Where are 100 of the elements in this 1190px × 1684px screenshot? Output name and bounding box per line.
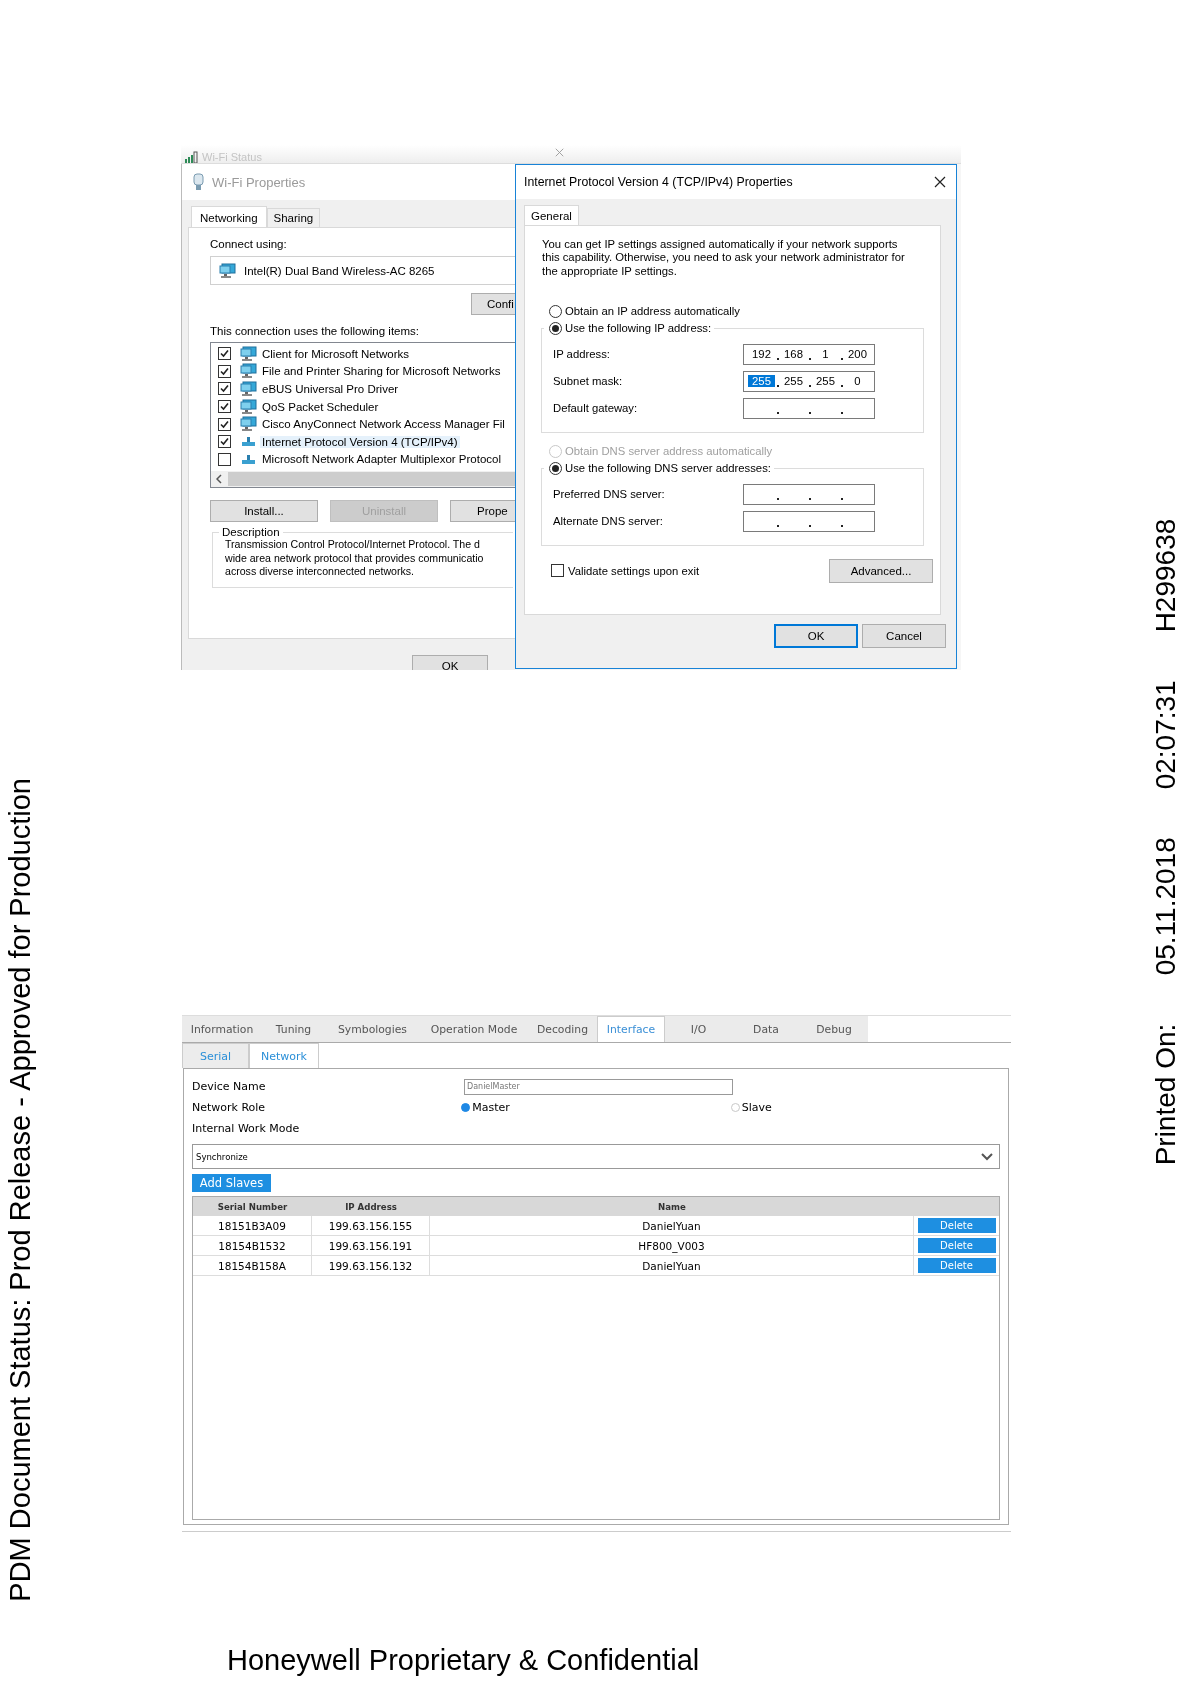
scroll-left-icon[interactable] <box>216 474 222 485</box>
radio-button[interactable] <box>549 304 562 318</box>
checkbox[interactable] <box>218 435 231 449</box>
table-cell: 199.63.156.132 <box>312 1256 430 1275</box>
protocol-icon <box>242 454 255 464</box>
table-cell: 18154B1532 <box>193 1236 312 1255</box>
field-label: Internal Work Mode <box>192 1122 301 1135</box>
radio-button[interactable] <box>549 461 562 475</box>
table-cell: 199.63.156.191 <box>312 1236 430 1255</box>
ip-address-field[interactable] <box>743 483 875 505</box>
field-label: IP address: <box>553 348 611 361</box>
tab[interactable]: Operation Mode <box>420 1016 528 1042</box>
tab[interactable]: Information <box>182 1016 262 1042</box>
tab[interactable]: Sharing <box>266 208 321 227</box>
list-label: This connection uses the following items: <box>210 325 421 337</box>
ip-address-field[interactable]: 192 168 1 200 <box>743 343 875 365</box>
window-title: Wi-Fi Properties <box>212 174 306 190</box>
tab[interactable]: Decoding <box>528 1016 597 1042</box>
checkbox-label[interactable]: Validate settings upon exit <box>568 564 700 577</box>
tab[interactable]: Data <box>732 1016 800 1042</box>
radio-label[interactable]: Slave <box>741 1101 772 1114</box>
tab[interactable]: Network <box>249 1043 319 1068</box>
column-header: Name <box>657 1200 687 1214</box>
tab[interactable]: Interface <box>597 1016 665 1042</box>
field-label: Default gateway: <box>553 402 639 415</box>
checkbox[interactable] <box>218 382 231 396</box>
horizontal-scrollbar[interactable] <box>211 471 515 488</box>
print-info-text: 05.11.2018 <box>1150 837 1182 976</box>
list-item[interactable]: Client for Microsoft Networks <box>260 347 411 360</box>
list-item[interactable]: QoS Packet Scheduler <box>260 400 381 413</box>
network-monitor-icon <box>219 262 236 279</box>
confidentiality-footer: Honeywell Proprietary & Confidential <box>227 1644 1190 1677</box>
field-label: Preferred DNS server: <box>553 488 666 501</box>
ip-address-field[interactable]: 255 255 255 0 <box>743 370 875 392</box>
dialog-button[interactable]: Prope <box>450 500 515 523</box>
tab[interactable]: General <box>524 205 579 225</box>
tab[interactable]: Symbologies <box>325 1016 420 1042</box>
table-cell: DanielYuan <box>430 1256 914 1275</box>
checkbox[interactable] <box>218 400 231 414</box>
network-monitor-icon <box>240 398 257 415</box>
dialog-button[interactable]: Cancel <box>862 624 946 648</box>
table-cell: DanielYuan <box>430 1216 914 1235</box>
field-label: Subnet mask: <box>553 375 624 388</box>
dialog-button[interactable]: OK <box>774 624 858 648</box>
network-monitor-icon <box>240 381 257 397</box>
print-info-text: 02:07:31 <box>1150 680 1182 790</box>
checkbox[interactable] <box>218 347 231 361</box>
checkbox[interactable] <box>551 564 564 578</box>
checkbox[interactable] <box>218 417 231 431</box>
chevron-down-icon <box>981 1152 993 1161</box>
table-cell: 18154B158A <box>193 1256 312 1275</box>
radio-button[interactable] <box>461 1103 471 1112</box>
device-name-field[interactable]: DanielMaster <box>464 1078 733 1095</box>
tab[interactable]: I/O <box>665 1016 732 1042</box>
radio-label[interactable]: Use the following IP address: <box>565 322 712 335</box>
signal-bars-icon <box>185 151 199 163</box>
intro-text: You can get IP settings assigned automatically if your network supports this capability. Otherwise, you need to ask your network administrator for the appropriate IP settings. <box>542 238 906 278</box>
adapter-field: Intel(R) Dual Band Wireless-AC 8265 <box>210 256 515 285</box>
document-status-text: PDM Document Status: Prod Release - Approved for Production <box>4 778 37 1602</box>
ip-address-field[interactable] <box>743 510 875 532</box>
dialog-button[interactable]: Install... <box>210 500 318 523</box>
tab[interactable]: Tuning <box>262 1016 325 1042</box>
list-item[interactable]: Internet Protocol Version 4 (TCP/IPv4) <box>260 435 460 448</box>
table-cell: 199.63.156.155 <box>312 1216 430 1235</box>
radio-label[interactable]: Use the following DNS server addresses: <box>565 462 771 475</box>
advanced-button[interactable]: Advanced... <box>829 558 933 583</box>
radio-label[interactable]: Obtain an IP address automatically <box>565 305 740 318</box>
list-item[interactable]: eBUS Universal Pro Driver <box>260 383 401 395</box>
tab[interactable]: Networking <box>191 206 267 227</box>
wifi-adapter-icon <box>193 173 204 191</box>
list-item[interactable]: Cisco AnyConnect Network Access Manager Fil <box>260 418 507 431</box>
list-item[interactable]: Microsoft Network Adapter Multiplexor Protocol <box>260 453 504 466</box>
table-cell: 18151B3A09 <box>193 1216 312 1235</box>
print-info-text: Printed On: <box>1150 1023 1182 1165</box>
field-label: Network Role <box>192 1101 267 1114</box>
tab[interactable]: Debug <box>800 1016 868 1042</box>
configure-button[interactable]: Confi <box>471 293 515 315</box>
ok-button[interactable]: OK <box>412 655 488 670</box>
table-cell: HF800_V003 <box>430 1236 914 1255</box>
column-header: Serial Number <box>216 1200 289 1214</box>
network-monitor-icon <box>240 363 257 380</box>
close-icon[interactable] <box>934 176 946 188</box>
description-text: Transmission Control Protocol/Internet Protocol. The d wide area network protocol that provides communicatio across diverse interconnected networks. <box>225 538 485 579</box>
network-monitor-icon <box>240 416 257 433</box>
field-label: Alternate DNS server: <box>553 515 664 528</box>
network-monitor-icon <box>240 345 257 362</box>
list-item[interactable]: File and Printer Sharing for Microsoft Networks <box>260 365 503 378</box>
window-title: Internet Protocol Version 4 (TCP/IPv4) Properties <box>524 175 793 189</box>
radio-button[interactable] <box>549 321 562 335</box>
column-header: IP Address <box>344 1200 398 1214</box>
checkbox[interactable] <box>218 364 231 378</box>
protocol-icon <box>242 437 255 447</box>
radio-label[interactable]: Master <box>472 1101 510 1114</box>
field-label: Connect using: <box>210 238 288 250</box>
group-title: Description <box>221 526 281 539</box>
ip-address-field[interactable] <box>743 397 875 419</box>
checkbox[interactable] <box>218 452 231 466</box>
work-mode-dropdown[interactable]: Synchronize <box>192 1144 1000 1169</box>
field-label: Device Name <box>192 1080 267 1093</box>
print-info-text: H299638 <box>1150 518 1182 633</box>
